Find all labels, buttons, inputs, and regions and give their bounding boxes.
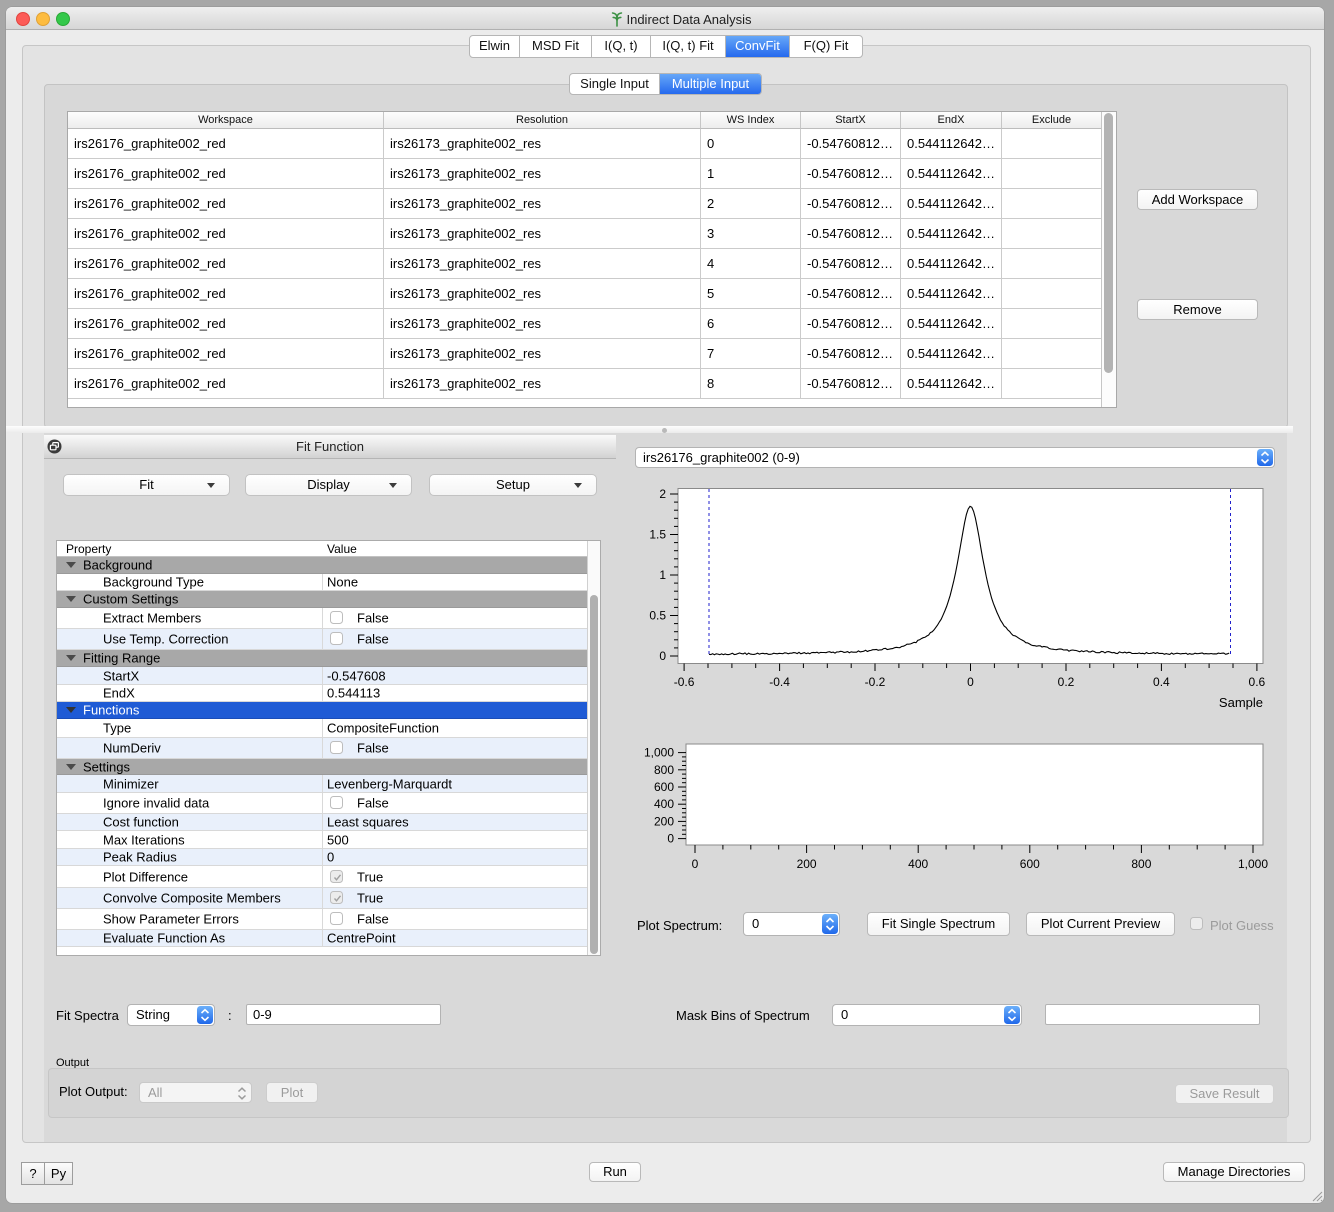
svg-text:400: 400 <box>654 797 674 811</box>
svg-text:Sample: Sample <box>1219 695 1263 710</box>
svg-text:600: 600 <box>654 780 674 794</box>
svg-text:0: 0 <box>692 857 699 871</box>
svg-text:0.2: 0.2 <box>1058 675 1075 689</box>
svg-text:0.6: 0.6 <box>1249 675 1266 689</box>
svg-text:400: 400 <box>908 857 928 871</box>
svg-text:0: 0 <box>659 649 666 663</box>
svg-text:800: 800 <box>1131 857 1151 871</box>
svg-text:0: 0 <box>667 832 674 846</box>
svg-text:-0.4: -0.4 <box>769 675 790 689</box>
svg-text:1: 1 <box>659 568 666 582</box>
svg-text:1.5: 1.5 <box>649 528 666 542</box>
svg-text:1,000: 1,000 <box>644 746 674 760</box>
svg-text:-0.6: -0.6 <box>674 675 695 689</box>
svg-text:0.5: 0.5 <box>649 609 666 623</box>
svg-text:600: 600 <box>1020 857 1040 871</box>
svg-text:0: 0 <box>967 675 974 689</box>
svg-text:2: 2 <box>659 487 666 501</box>
svg-text:200: 200 <box>797 857 817 871</box>
svg-text:800: 800 <box>654 763 674 777</box>
svg-text:0.4: 0.4 <box>1153 675 1170 689</box>
svg-text:-0.2: -0.2 <box>865 675 886 689</box>
svg-text:200: 200 <box>654 814 674 828</box>
svg-text:1,000: 1,000 <box>1238 857 1268 871</box>
